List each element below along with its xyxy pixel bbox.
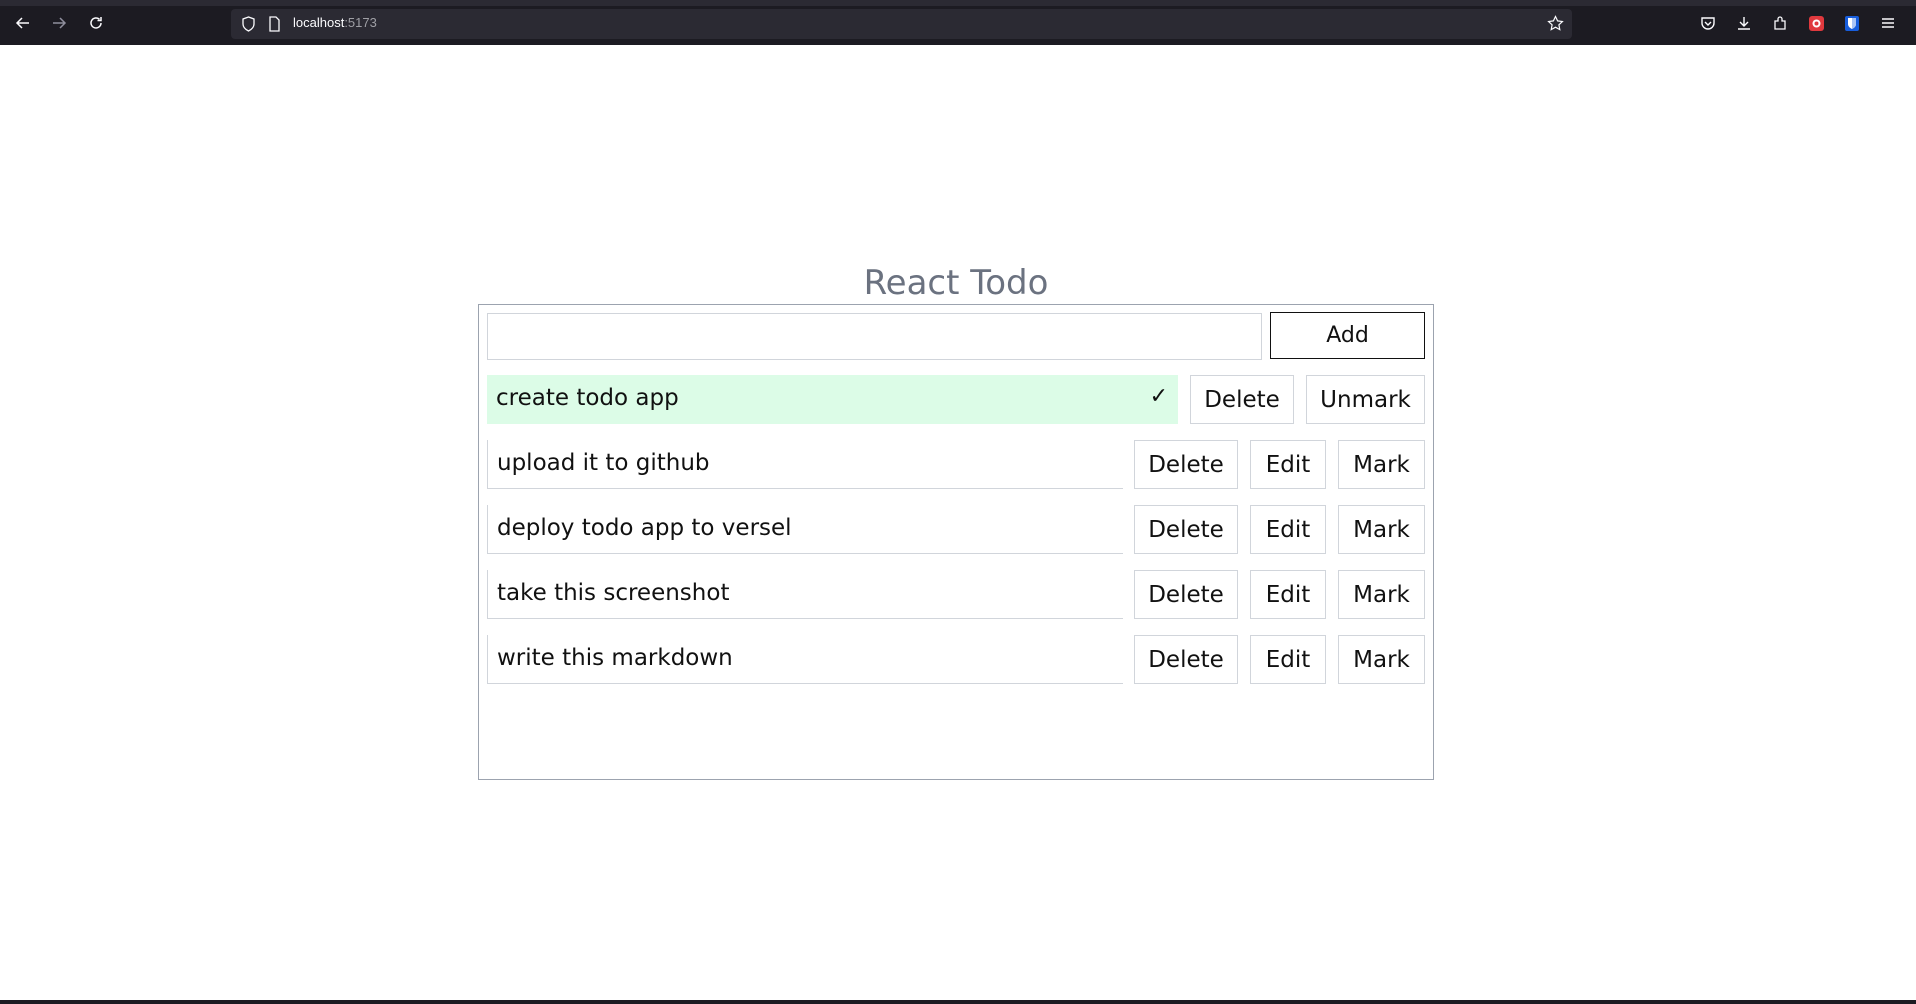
mark-button[interactable]: Mark <box>1338 440 1425 489</box>
url-bar[interactable]: localhost:5173 <box>231 9 1572 39</box>
mark-button[interactable]: Mark <box>1338 505 1425 554</box>
shield-icon[interactable] <box>241 16 256 36</box>
bookmark-star-icon[interactable] <box>1547 15 1564 36</box>
todo-item-text: take this screenshot <box>487 570 1123 619</box>
extensions-icon[interactable] <box>1769 12 1791 34</box>
todo-item-text: create todo app ✓ <box>487 375 1178 424</box>
checkmark-icon: ✓ <box>1149 384 1168 409</box>
delete-button[interactable]: Delete <box>1134 570 1238 619</box>
reload-icon[interactable] <box>84 11 108 35</box>
bitwarden-icon[interactable] <box>1841 12 1863 34</box>
back-icon[interactable] <box>11 11 35 35</box>
pocket-icon[interactable] <box>1697 12 1719 34</box>
window-bottom-edge <box>0 1000 1916 1004</box>
edit-button[interactable]: Edit <box>1250 635 1326 684</box>
delete-button[interactable]: Delete <box>1134 440 1238 489</box>
new-todo-input[interactable] <box>487 313 1262 360</box>
forward-icon[interactable] <box>47 11 71 35</box>
page-icon <box>268 16 281 36</box>
unmark-button[interactable]: Unmark <box>1306 375 1425 424</box>
menu-icon[interactable] <box>1877 12 1899 34</box>
extension-red-icon[interactable] <box>1805 12 1827 34</box>
browser-toolbar: localhost:5173 <box>0 0 1916 45</box>
delete-button[interactable]: Delete <box>1134 635 1238 684</box>
edit-button[interactable]: Edit <box>1250 505 1326 554</box>
tab-strip <box>0 0 1916 6</box>
mark-button[interactable]: Mark <box>1338 635 1425 684</box>
mark-button[interactable]: Mark <box>1338 570 1425 619</box>
download-icon[interactable] <box>1733 12 1755 34</box>
todo-text: write this markdown <box>497 645 733 671</box>
url-port: :5173 <box>344 15 377 30</box>
todo-text: take this screenshot <box>497 580 730 606</box>
page-title: React Todo <box>863 263 1049 303</box>
todo-text: deploy todo app to versel <box>497 515 792 541</box>
edit-button[interactable]: Edit <box>1250 440 1326 489</box>
todo-text: upload it to github <box>497 450 710 476</box>
todo-item-text: write this markdown <box>487 635 1123 684</box>
todo-text: create todo app <box>496 385 679 411</box>
url-text[interactable]: localhost:5173 <box>293 15 377 30</box>
delete-button[interactable]: Delete <box>1190 375 1294 424</box>
url-host: localhost <box>293 15 345 30</box>
edit-button[interactable]: Edit <box>1250 570 1326 619</box>
todo-item-text: upload it to github <box>487 440 1123 489</box>
todo-item-text: deploy todo app to versel <box>487 505 1123 554</box>
add-button[interactable]: Add <box>1270 312 1425 359</box>
delete-button[interactable]: Delete <box>1134 505 1238 554</box>
